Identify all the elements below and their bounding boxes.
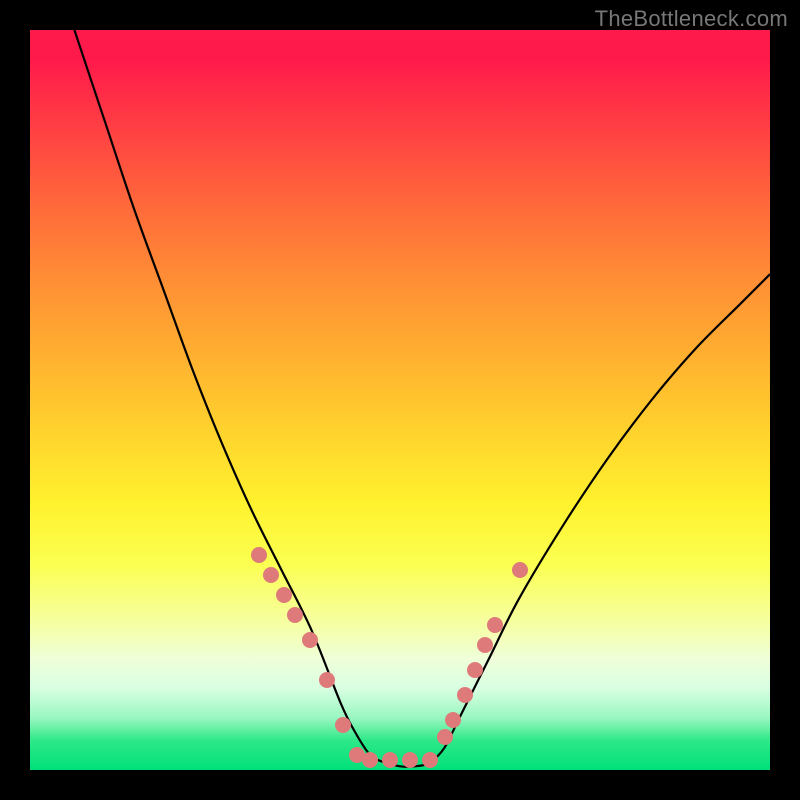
data-dot <box>335 717 351 733</box>
data-dot <box>445 712 461 728</box>
data-dot <box>302 632 318 648</box>
data-dot <box>382 752 398 768</box>
data-dot <box>287 607 303 623</box>
watermark-text: TheBottleneck.com <box>595 6 788 32</box>
data-dot <box>362 752 378 768</box>
data-dot <box>263 567 279 583</box>
bottleneck-curve <box>30 30 770 770</box>
data-dot <box>422 752 438 768</box>
data-dot <box>477 637 493 653</box>
data-dot <box>467 662 483 678</box>
curve-path <box>74 30 770 767</box>
data-dot <box>402 752 418 768</box>
data-dot <box>512 562 528 578</box>
data-dot <box>251 547 267 563</box>
plot-area <box>30 30 770 770</box>
chart-frame: TheBottleneck.com <box>0 0 800 800</box>
data-dot <box>487 617 503 633</box>
